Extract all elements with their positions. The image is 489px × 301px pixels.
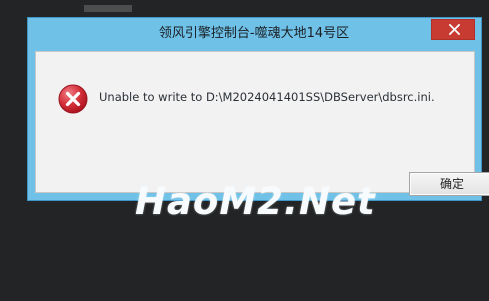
- watermark-text: HaoM2.Net: [135, 180, 376, 223]
- close-button[interactable]: [431, 19, 475, 40]
- window-title: 领风引擎控制台-噬魂大地14号区: [158, 26, 350, 41]
- message-dialog: 领风引擎控制台-噬魂大地14号区 Unable to write to D:\M…: [27, 17, 489, 222]
- background-fragment: [84, 5, 132, 12]
- screen-background: 领风引擎控制台-噬魂大地14号区 Unable to write to D:\M…: [0, 0, 489, 301]
- ok-button[interactable]: 确定: [409, 172, 489, 196]
- dialog-content: Unable to write to D:\M2024041401SS\DBSe…: [35, 51, 489, 222]
- close-icon: [449, 24, 460, 35]
- title-bar[interactable]: 领风引擎控制台-噬魂大地14号区: [28, 18, 481, 52]
- error-message: Unable to write to D:\M2024041401SS\DBSe…: [99, 90, 435, 104]
- error-icon: [58, 84, 88, 114]
